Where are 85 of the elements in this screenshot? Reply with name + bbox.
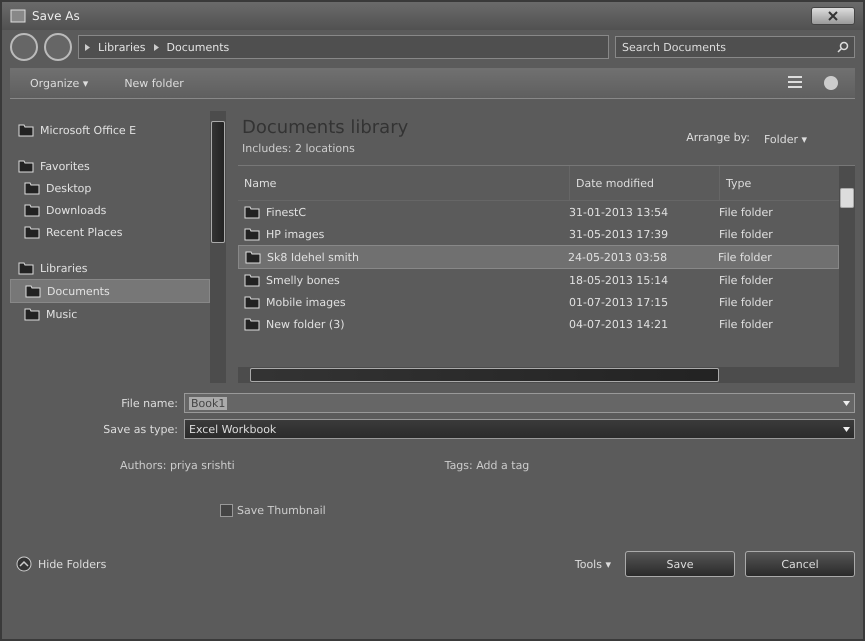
folder-icon <box>18 122 34 138</box>
cancel-button[interactable]: Cancel <box>745 551 855 577</box>
sidebar-item[interactable]: Music <box>10 303 210 325</box>
file-row[interactable]: HP images 31-05-2013 17:39 File folder <box>238 223 839 245</box>
file-name: Sk8 Idehel smith <box>267 250 359 264</box>
folder-icon <box>244 316 260 332</box>
scrollbar[interactable] <box>839 166 855 383</box>
chevron-icon <box>154 44 159 50</box>
sidebar-item[interactable]: Downloads <box>10 199 210 221</box>
breadcrumb[interactable]: Documents <box>166 40 230 54</box>
back-button[interactable] <box>10 33 38 61</box>
tags-text: Tags: Add a tag <box>444 459 530 472</box>
file-row[interactable]: Sk8 Idehel smith 24-05-2013 03:58 File folder <box>238 245 839 269</box>
search-icon <box>837 41 849 53</box>
sidebar-item[interactable]: Favorites <box>10 155 210 177</box>
view-icon[interactable] <box>787 75 803 89</box>
forward-button[interactable] <box>44 33 72 61</box>
file-name: Mobile images <box>266 296 346 308</box>
type-cell-text: File folder <box>719 274 774 286</box>
file-name-field[interactable]: Book1 <box>184 393 855 413</box>
window-title: Save As <box>32 9 80 23</box>
library-subtitle: Includes: 2 locations <box>242 142 356 155</box>
address-bar[interactable]: Libraries Documents <box>78 35 609 59</box>
sidebar-item[interactable]: Microsoft Office E <box>10 119 210 141</box>
checkbox[interactable] <box>220 504 233 517</box>
close-button[interactable] <box>811 7 855 25</box>
type-cell-text: File folder <box>719 318 774 330</box>
authors-text: Authors: priya srishti <box>120 459 235 472</box>
type-cell-text: File folder <box>719 206 774 218</box>
file-name: Smelly bones <box>266 274 340 286</box>
column-header[interactable]: Name <box>244 166 569 200</box>
date-cell-text: 24-05-2013 03:58 <box>568 250 668 264</box>
chevron-icon <box>85 44 90 50</box>
folder-icon <box>24 306 40 322</box>
close-icon <box>828 11 838 21</box>
sidebar-item[interactable]: Recent Places <box>10 221 210 243</box>
sidebar-item[interactable]: Desktop <box>10 177 210 199</box>
dropdown-icon <box>843 426 850 432</box>
folder-icon <box>244 204 260 220</box>
type-cell-text: File folder <box>719 228 774 240</box>
sidebar-item[interactable]: Libraries <box>10 257 210 279</box>
file-row[interactable]: Mobile images 01-07-2013 17:15 File folder <box>238 291 839 313</box>
folder-icon <box>25 283 41 299</box>
sidebar-item[interactable]: Documents <box>10 279 210 303</box>
folder-icon <box>24 202 40 218</box>
folder-icon <box>24 224 40 240</box>
dropdown-icon <box>843 400 850 406</box>
file-row[interactable]: Smelly bones 18-05-2013 15:14 File folder <box>238 269 839 291</box>
folder-icon <box>18 260 34 276</box>
checkbox-label: Save Thumbnail <box>237 504 326 517</box>
chevron-up-icon <box>16 556 32 572</box>
search-field[interactable]: Search Documents <box>615 36 855 58</box>
date-cell-text: 04-07-2013 14:21 <box>569 318 670 330</box>
date-cell-text: 01-07-2013 17:15 <box>569 296 670 308</box>
folder-icon <box>18 158 34 174</box>
save-button[interactable]: Save <box>625 551 735 577</box>
date-cell-text: 31-01-2013 13:54 <box>569 206 670 218</box>
folder-icon <box>244 272 260 288</box>
folder-icon <box>245 249 261 265</box>
column-header[interactable]: Date modified <box>569 166 719 200</box>
folder-icon <box>244 294 260 310</box>
window-icon <box>10 9 26 23</box>
file-name: FinestC <box>266 206 306 218</box>
type-dropdown[interactable]: Excel Workbook <box>184 419 855 439</box>
folder-icon <box>244 226 260 242</box>
tools-button[interactable]: Tools ▾ <box>570 556 615 572</box>
type-cell-text: File folder <box>718 250 773 264</box>
folder-icon <box>24 180 40 196</box>
scrollbar[interactable] <box>210 111 226 383</box>
file-row[interactable]: New folder (3) 04-07-2013 14:21 File folder <box>238 313 839 335</box>
file-name: New folder (3) <box>266 318 344 330</box>
file-name: HP images <box>266 228 324 240</box>
arrange-dropdown[interactable]: Folder ▾ <box>760 131 811 148</box>
type-cell-text: File folder <box>719 296 774 308</box>
file-row[interactable]: FinestC 31-01-2013 13:54 File folder <box>238 201 839 223</box>
arrange-label: Arrange by: <box>686 131 750 146</box>
file-name-label: File name: <box>120 396 178 410</box>
breadcrumb[interactable]: Libraries <box>98 40 146 54</box>
date-cell-text: 31-05-2013 17:39 <box>569 228 670 240</box>
date-cell-text: 18-05-2013 15:14 <box>569 274 670 286</box>
hide-folders-button[interactable]: Hide Folders <box>10 555 112 573</box>
scrollbar[interactable] <box>238 367 839 383</box>
new-folder-button[interactable]: New folder <box>120 74 188 92</box>
type-label: Save as type: <box>102 422 178 436</box>
organize-button[interactable]: Organize ▾ <box>26 74 92 92</box>
